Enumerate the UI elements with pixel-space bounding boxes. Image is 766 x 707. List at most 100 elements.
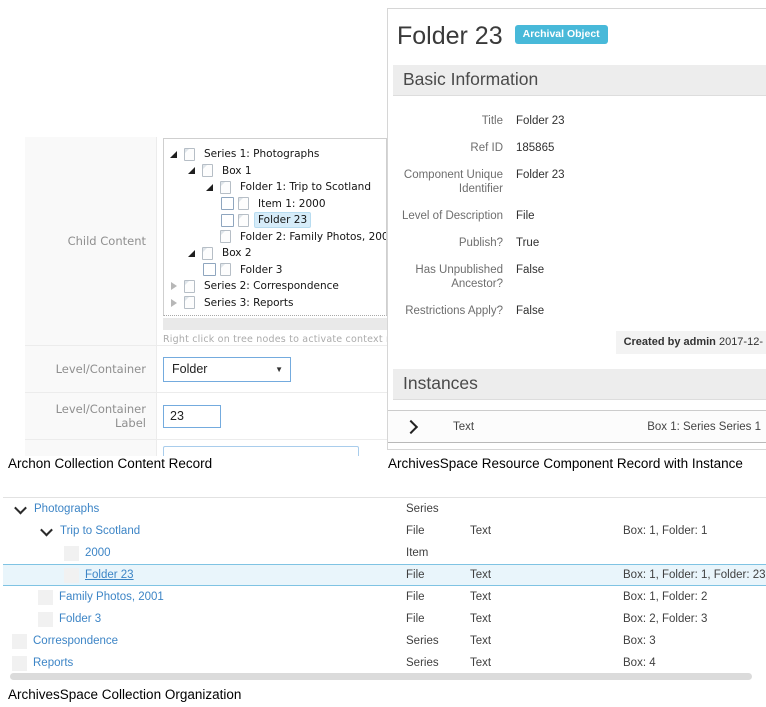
expander-closed-icon[interactable] [167, 280, 180, 293]
record-field: Has Unpublished Ancestor?False [396, 263, 766, 291]
checkbox[interactable] [203, 263, 216, 276]
row-container: Box: 2, Folder: 3 [623, 613, 766, 625]
field-label: Ref ID [396, 141, 503, 155]
tree-hint-text: Right click on tree nodes to activate co… [163, 334, 387, 345]
chevron-right-icon[interactable] [404, 419, 418, 433]
table-row[interactable]: ReportsSeriesTextBox: 4 [3, 652, 766, 674]
instance-container: Box 1: Series Series 1 [647, 421, 761, 433]
tree-node-label: Folder 3 [236, 262, 286, 278]
table-row[interactable]: Folder 23FileTextBox: 1, Folder: 1, Fold… [3, 564, 766, 586]
row-container: Box: 1, Folder: 1 [623, 525, 766, 537]
row-level: Series [400, 635, 470, 647]
caret-down-icon[interactable] [38, 523, 54, 539]
expander-open-icon[interactable] [185, 247, 198, 260]
field-label: Component Unique Identifier [396, 168, 503, 196]
document-icon [238, 214, 249, 227]
toggle-placeholder [64, 546, 79, 561]
record-field: Restrictions Apply?False [396, 304, 766, 318]
tree-node-label: Folder 1: Trip to Scotland [236, 179, 375, 195]
title-input[interactable] [163, 446, 359, 456]
content-tree: Series 1: PhotographsBox 1Folder 1: Trip… [163, 138, 387, 316]
row-container: Box: 4 [623, 657, 766, 669]
expander-open-icon[interactable] [185, 164, 198, 177]
tree-node[interactable]: Folder 23 [167, 212, 386, 229]
row-title-link[interactable]: Folder 23 [85, 569, 134, 581]
table-row[interactable]: Folder 3FileTextBox: 2, Folder: 3 [3, 608, 766, 630]
row-instance-type: Text [470, 635, 623, 647]
toggle-placeholder [12, 634, 27, 649]
document-icon [238, 197, 249, 210]
basic-information-fields: Title Folder 23 Ref ID 185865 Component Uniq… [396, 114, 766, 318]
instances-section-header: Instances [393, 369, 766, 400]
row-level: Series [400, 503, 470, 515]
tree-horizontal-scrollbar[interactable] [163, 318, 387, 330]
checkbox[interactable] [221, 197, 234, 210]
document-icon [220, 181, 231, 194]
aspace-record-caption: ArchivesSpace Resource Component Record … [388, 456, 743, 471]
created-by-text: Created by admin [624, 336, 716, 348]
tree-node-label: Series 3: Reports [200, 295, 297, 311]
tree-node[interactable]: Box 2 [167, 245, 386, 262]
table-row[interactable]: 2000Item [3, 542, 766, 564]
tree-node[interactable]: Folder 2: Family Photos, 2001 [167, 229, 386, 246]
table-row[interactable]: CorrespondenceSeriesTextBox: 3 [3, 630, 766, 652]
row-level: File [400, 569, 470, 581]
record-field: Ref ID 185865 [396, 141, 766, 155]
row-level: File [400, 525, 470, 537]
tree-node[interactable]: Series 3: Reports [167, 295, 386, 312]
level-container-select[interactable]: Folder ▼ [163, 357, 291, 382]
row-title-link[interactable]: Trip to Scotland [60, 525, 140, 537]
child-content-row: Child Content Series 1: PhotographsBox 1… [25, 137, 387, 345]
child-content-label: Child Content [25, 137, 157, 345]
expander-closed-icon[interactable] [167, 296, 180, 309]
tree-node[interactable]: Box 1 [167, 163, 386, 180]
toggle-placeholder [38, 612, 53, 627]
tree-node[interactable]: Series 1: Photographs [167, 146, 386, 163]
row-title-link[interactable]: Correspondence [33, 635, 118, 647]
row-container: Box: 1, Folder: 2 [623, 591, 766, 603]
field-value: Folder 23 [516, 114, 565, 128]
field-label: Title [396, 114, 503, 128]
container-label-input[interactable] [163, 405, 221, 428]
table-row[interactable]: Photographs Series [3, 498, 766, 520]
archival-object-badge: Archival Object [515, 25, 608, 44]
archon-content-record-panel: Child Content Series 1: PhotographsBox 1… [25, 137, 387, 456]
tree-node[interactable]: Series 2: Correspondence [167, 278, 386, 295]
field-value: 185865 [516, 141, 554, 155]
horizontal-scrollbar[interactable] [10, 673, 752, 680]
field-value: Folder 23 [516, 168, 565, 196]
row-title-link[interactable]: Folder 3 [59, 613, 101, 625]
tree-node-label: Series 2: Correspondence [200, 278, 343, 294]
row-instance-type: Text [470, 613, 623, 625]
row-title-cell: Photographs [3, 501, 400, 517]
created-by-stamp: Created by admin 2017-12- [616, 331, 766, 354]
tree-node[interactable]: Folder 1: Trip to Scotland [167, 179, 386, 196]
row-title-cell: Trip to Scotland [3, 523, 400, 539]
instance-row[interactable]: Text Box 1: Series Series 1 [388, 410, 766, 443]
caret-down-icon[interactable] [12, 501, 28, 517]
expander-open-icon[interactable] [167, 148, 180, 161]
archon-caption: Archon Collection Content Record [8, 456, 212, 471]
table-row[interactable]: Family Photos, 2001FileTextBox: 1, Folde… [3, 586, 766, 608]
document-icon [184, 148, 195, 161]
tree-node[interactable]: Folder 3 [167, 262, 386, 279]
row-title-link[interactable]: Reports [33, 657, 73, 669]
expander-open-icon[interactable] [203, 181, 216, 194]
tree-node-label: Series 1: Photographs [200, 146, 323, 162]
tree-node-label: Folder 23 [254, 212, 311, 228]
record-title: Folder 23 [397, 22, 503, 50]
record-field: Title Folder 23 [396, 114, 766, 128]
select-caret-icon: ▼ [275, 365, 283, 374]
row-instance-type: Text [470, 569, 623, 581]
row-instance-type: Text [470, 657, 623, 669]
document-icon [184, 296, 195, 309]
row-title-link[interactable]: Family Photos, 2001 [59, 591, 164, 603]
tree-node-label: Item 1: 2000 [254, 196, 330, 212]
checkbox[interactable] [221, 214, 234, 227]
tree-node[interactable]: Item 1: 2000 [167, 196, 386, 213]
child-content-field: Series 1: PhotographsBox 1Folder 1: Trip… [157, 137, 387, 345]
row-title-link[interactable]: Photographs [34, 503, 99, 515]
row-title-link[interactable]: 2000 [85, 547, 111, 559]
row-title-cell: Family Photos, 2001 [3, 590, 400, 605]
table-row[interactable]: Trip to ScotlandFileTextBox: 1, Folder: … [3, 520, 766, 542]
